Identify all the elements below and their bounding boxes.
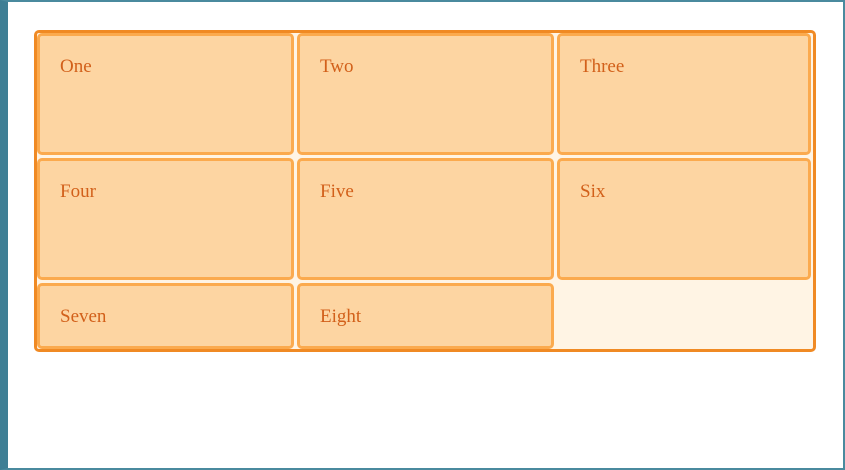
grid-item-six: Six xyxy=(557,158,811,280)
grid-item-one: One xyxy=(37,33,294,155)
grid-container: One Two Three Four Five Six Seven Eight xyxy=(34,30,816,352)
grid-item-two: Two xyxy=(297,33,554,155)
grid-item-five: Five xyxy=(297,158,554,280)
grid-item-four: Four xyxy=(37,158,294,280)
grid-item-eight: Eight xyxy=(297,283,554,349)
grid-item-three: Three xyxy=(557,33,811,155)
grid-item-seven: Seven xyxy=(37,283,294,349)
